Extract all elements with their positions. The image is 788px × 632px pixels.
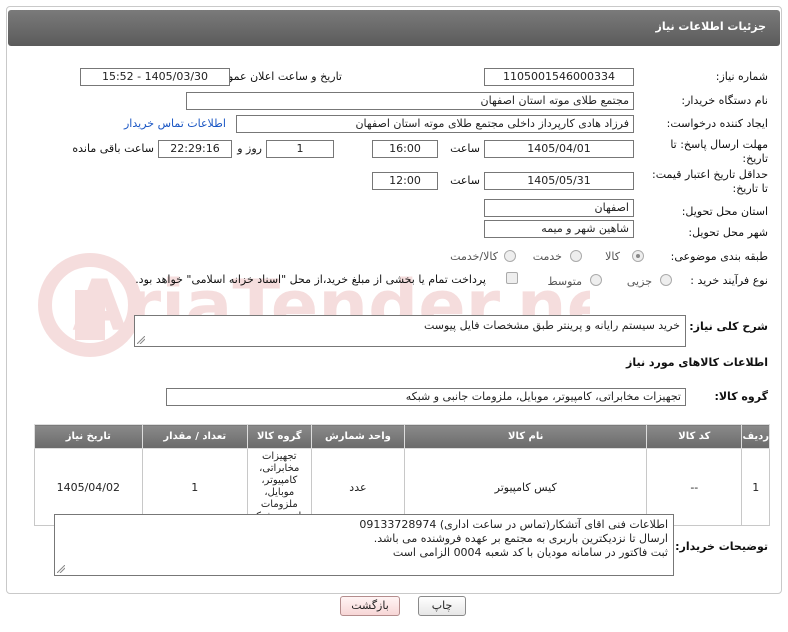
category-service-label: خدمت bbox=[532, 250, 562, 263]
deadline-time-label: ساعت bbox=[450, 142, 480, 155]
category-goods-service-label: کالا/خدمت bbox=[450, 250, 498, 263]
col-qty: تعداد / مقدار bbox=[141, 424, 248, 449]
category-goods-label: کالا bbox=[605, 250, 620, 263]
deadline-label-date: تاریخ: bbox=[742, 152, 768, 165]
col-row: ردیف bbox=[741, 424, 770, 449]
contact-info-link[interactable]: اطلاعات تماس خریدار bbox=[124, 117, 226, 130]
resize-grip-icon[interactable] bbox=[57, 565, 65, 573]
price-validity-label: حداقل تاریخ اعتبار قیمت: bbox=[652, 168, 768, 181]
city-label: شهر محل تحویل: bbox=[688, 226, 768, 239]
panel-title: جزئیات اطلاعات نیاز bbox=[655, 20, 767, 33]
buyer-note-line: ثبت فاکتور در سامانه مودیان با کد شعبه 0… bbox=[392, 546, 668, 559]
summary-text: خرید سیستم رایانه و پرینتر طبق مشخصات فا… bbox=[423, 319, 680, 332]
resize-grip-icon[interactable] bbox=[137, 336, 145, 344]
print-button[interactable]: چاپ bbox=[418, 596, 466, 616]
col-unit: واحد شمارش bbox=[310, 424, 406, 449]
summary-textarea[interactable]: خرید سیستم رایانه و پرینتر طبق مشخصات فا… bbox=[134, 315, 686, 347]
treasury-payment-checkbox[interactable] bbox=[506, 272, 518, 284]
col-date: تاریخ نیاز bbox=[34, 424, 143, 449]
buyer-notes-textarea[interactable]: اطلاعات فنی اقای آتشکار(تماس در ساعت ادا… bbox=[54, 514, 674, 576]
category-radio-service[interactable] bbox=[570, 250, 582, 262]
col-name: نام کالا bbox=[404, 424, 648, 449]
items-table-header: ردیف کد کالا نام کالا واحد شمارش گروه کا… bbox=[34, 424, 770, 449]
summary-label: شرح کلی نیاز: bbox=[689, 320, 768, 333]
city-field: شاهین شهر و میمه bbox=[484, 220, 634, 238]
process-medium-label: متوسط bbox=[547, 275, 582, 288]
announce-field: 1405/03/30 - 15:52 bbox=[80, 68, 230, 86]
cell-row: 1 bbox=[741, 448, 770, 526]
province-field: اصفهان bbox=[484, 199, 634, 217]
deadline-date-field: 1405/04/01 bbox=[484, 140, 634, 158]
col-group: گروه کالا bbox=[246, 424, 312, 449]
remaining-days-field: 1 bbox=[266, 140, 334, 158]
remaining-label: ساعت باقی مانده bbox=[72, 142, 154, 155]
process-label: نوع فرآیند خرید : bbox=[690, 274, 768, 287]
price-validity-label-date: تا تاریخ: bbox=[732, 182, 768, 195]
buyer-org-label: نام دستگاه خریدار: bbox=[681, 94, 768, 107]
process-radio-minor[interactable] bbox=[660, 274, 672, 286]
col-code: کد کالا bbox=[646, 424, 743, 449]
buyer-org-field: مجتمع طلای موته استان اصفهان bbox=[186, 92, 634, 110]
need-number-field: 1105001546000334 bbox=[484, 68, 634, 86]
creator-label: ایجاد کننده درخواست: bbox=[666, 117, 768, 130]
process-minor-label: جزیی bbox=[626, 275, 652, 288]
need-number-label: شماره نیاز: bbox=[715, 70, 768, 83]
days-label: روز و bbox=[237, 142, 262, 155]
price-date-field: 1405/05/31 bbox=[484, 172, 634, 190]
creator-field: فرزاد هادی کارپرداز داخلی مجتمع طلای موت… bbox=[236, 115, 634, 133]
buyer-notes-label: توضیحات خریدار: bbox=[675, 540, 768, 553]
panel-header: جزئیات اطلاعات نیاز bbox=[8, 10, 780, 46]
province-label: استان محل تحویل: bbox=[681, 205, 768, 218]
goods-info-title: اطلاعات کالاهای مورد نیاز bbox=[626, 356, 768, 369]
goods-group-field: تجهیزات مخابراتی، کامپیوتر، موبایل، ملزو… bbox=[166, 388, 686, 406]
price-time-field: 12:00 bbox=[372, 172, 438, 190]
category-label: طبقه بندی موضوعی: bbox=[670, 250, 768, 263]
price-time-label: ساعت bbox=[450, 174, 480, 187]
goods-group-label: گروه کالا: bbox=[714, 390, 768, 403]
payment-note: پرداخت تمام یا بخشی از مبلغ خرید،از محل … bbox=[135, 273, 486, 286]
category-radio-goods-service[interactable] bbox=[504, 250, 516, 262]
category-radio-goods[interactable] bbox=[632, 250, 644, 262]
deadline-time-field: 16:00 bbox=[372, 140, 438, 158]
deadline-label: مهلت ارسال پاسخ: تا bbox=[670, 138, 768, 151]
back-button[interactable]: بازگشت bbox=[340, 596, 400, 616]
process-radio-medium[interactable] bbox=[590, 274, 602, 286]
remaining-time-field: 22:29:16 bbox=[158, 140, 232, 158]
buyer-note-line: اطلاعات فنی اقای آتشکار(تماس در ساعت ادا… bbox=[359, 518, 668, 531]
buyer-note-line: ارسال تا نزدیکترین باربری به مجتمع بر عه… bbox=[373, 532, 668, 545]
items-table: ردیف کد کالا نام کالا واحد شمارش گروه کا… bbox=[34, 424, 770, 526]
